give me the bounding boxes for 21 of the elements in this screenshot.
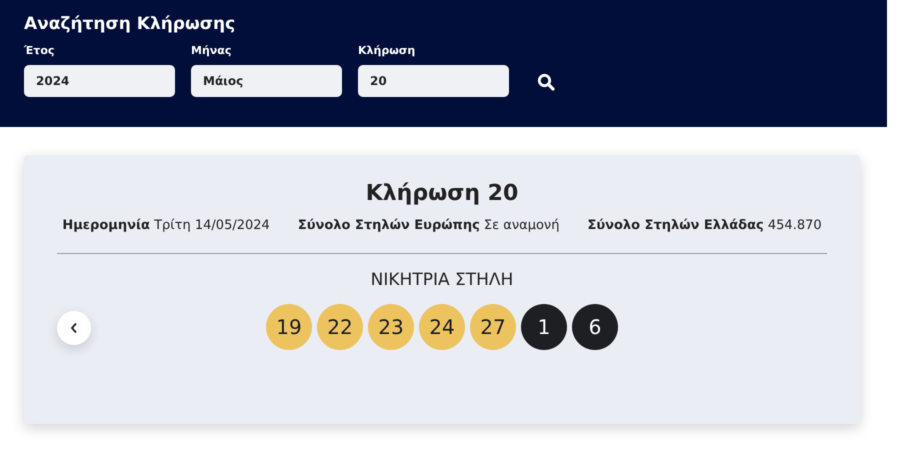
- number-ball: 24: [419, 304, 465, 350]
- number-ball: 27: [470, 304, 516, 350]
- draw-title: Κλήρωση 20: [364, 181, 520, 206]
- field-label: Κλήρωση: [358, 44, 416, 57]
- number-ball: 6: [572, 304, 618, 350]
- field-label: Έτος: [24, 44, 56, 57]
- input-field[interactable]: 20: [358, 65, 509, 97]
- search-icon[interactable]: [537, 73, 555, 91]
- number-ball: 23: [368, 304, 414, 350]
- input-field[interactable]: 2024: [24, 65, 175, 97]
- number-ball: 22: [317, 304, 363, 350]
- draw-stat: Σύνολο Στηλών Ελλάδας 454.870: [587, 218, 822, 233]
- winning-heading: ΝΙΚΗΤΡΙΑ ΣΤΗΛΗ: [370, 270, 514, 290]
- draw-stat: Σύνολο Στηλών Ευρώπης Σε αναμονή: [298, 218, 560, 233]
- input-field[interactable]: Μάιος: [191, 65, 342, 97]
- draw-stat: Ημερομηνία Τρίτη 14/05/2024: [62, 218, 270, 233]
- field-label: Μήνας: [191, 44, 232, 57]
- number-ball: 19: [266, 304, 312, 350]
- number-ball: 1: [521, 304, 567, 350]
- search-title: Αναζήτηση Κλήρωσης: [24, 14, 236, 34]
- chevron-left-icon: [70, 322, 78, 334]
